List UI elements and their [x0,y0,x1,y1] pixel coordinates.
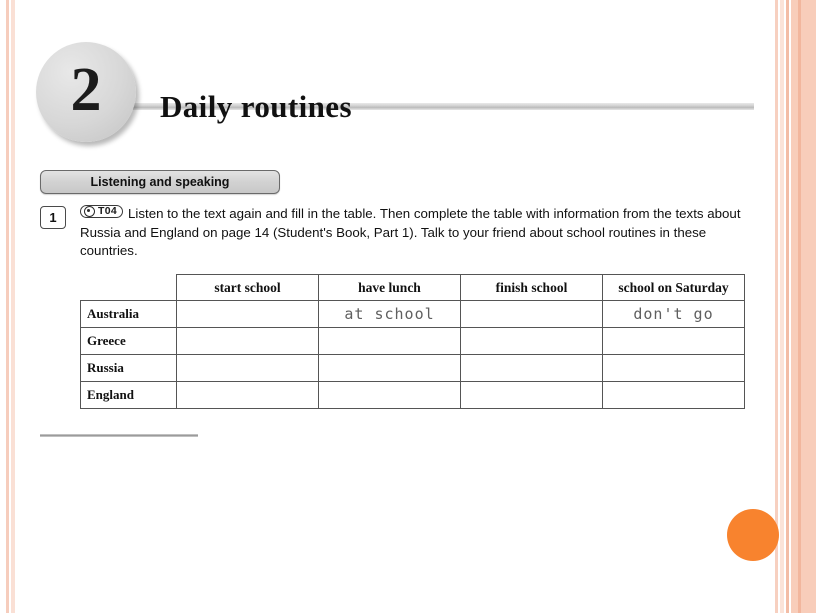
table-row: England [80,381,745,409]
table-column-header-school-on-saturday: school on Saturday [602,274,745,301]
cell-england-start-school[interactable] [176,381,319,409]
table-column-header-have-lunch: have lunch [318,274,461,301]
right-stripe-4 [791,0,816,613]
right-stripe-2 [780,0,784,613]
row-label-australia: Australia [80,300,177,328]
orange-circle-decoration [727,509,779,561]
table-row: Australia at school don't go [80,300,745,328]
exercise-number-text: 1 [49,210,57,225]
table-row: Greece [80,327,745,355]
cell-greece-school-on-saturday[interactable] [602,327,745,355]
table-column-header-start-school: start school [176,274,319,301]
cell-england-finish-school[interactable] [460,381,603,409]
audio-disc-icon [84,206,95,217]
cell-england-school-on-saturday[interactable] [602,381,745,409]
audio-track-badge[interactable]: T04 [80,205,123,218]
left-stripe-inner [11,0,15,613]
audio-track-label: T04 [98,205,117,217]
footer-divider-rule [40,434,198,437]
unit-number-text: 2 [70,56,102,124]
section-banner: Listening and speaking [40,170,280,194]
row-label-england: England [80,381,177,409]
cell-russia-school-on-saturday[interactable] [602,354,745,382]
cell-greece-finish-school[interactable] [460,327,603,355]
cell-australia-start-school[interactable] [176,300,319,328]
worksheet-page: 2 Daily routines Listening and speaking … [0,0,816,613]
cell-australia-have-lunch[interactable]: at school [318,300,461,328]
table-header-row: start school have lunch finish school sc… [80,274,745,301]
cell-australia-school-on-saturday[interactable]: don't go [602,300,745,328]
cell-greece-start-school[interactable] [176,327,319,355]
exercise-instructions-text: Listen to the text again and fill in the… [80,206,741,259]
table-row: Russia [80,354,745,382]
right-stripe-5 [798,0,801,613]
routines-table: start school have lunch finish school sc… [80,274,745,409]
row-label-russia: Russia [80,354,177,382]
cell-greece-have-lunch[interactable] [318,327,461,355]
cell-russia-finish-school[interactable] [460,354,603,382]
unit-number-badge: 2 [36,42,136,142]
cell-russia-start-school[interactable] [176,354,319,382]
table-column-header-finish-school: finish school [460,274,603,301]
exercise-instructions-block: T04 Listen to the text again and fill in… [80,205,752,261]
right-stripe-3 [786,0,789,613]
section-banner-label: Listening and speaking [90,175,230,189]
exercise-number-box: 1 [40,206,66,229]
page-title: Daily routines [160,88,352,124]
table-corner-cell [80,274,177,301]
cell-australia-finish-school[interactable] [460,300,603,328]
left-stripe-outer [6,0,9,613]
row-label-greece: Greece [80,327,177,355]
cell-russia-have-lunch[interactable] [318,354,461,382]
cell-england-have-lunch[interactable] [318,381,461,409]
